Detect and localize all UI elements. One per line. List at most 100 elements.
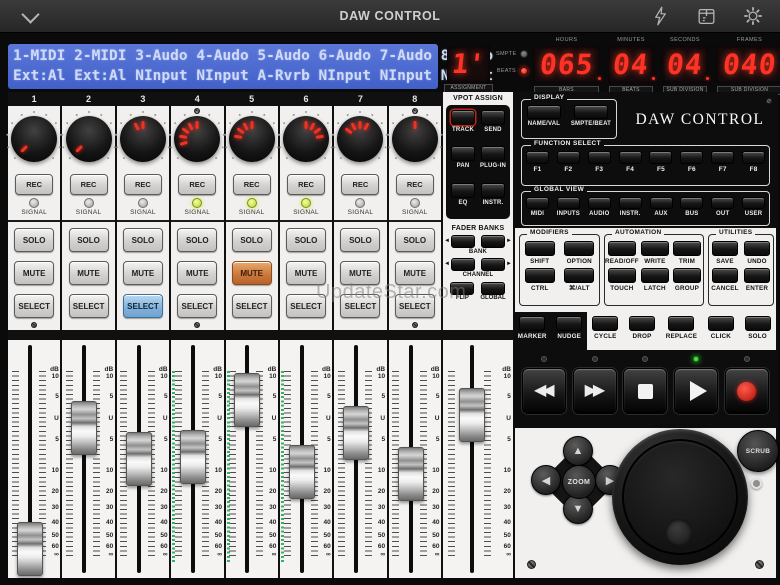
record-button[interactable] — [725, 368, 769, 414]
fader-cap[interactable] — [459, 388, 485, 442]
solo-button[interactable]: SOLO — [123, 228, 163, 252]
select-button[interactable]: SELECT — [123, 294, 163, 318]
solo-button[interactable]: SOLO — [177, 228, 217, 252]
solo-button[interactable]: SOLO — [14, 228, 54, 252]
f8-button[interactable] — [742, 151, 765, 164]
rec-button[interactable]: REC — [70, 174, 108, 195]
drop-button[interactable] — [629, 316, 655, 331]
vpot-assign-button[interactable] — [481, 110, 505, 125]
select-button[interactable]: SELECT — [14, 294, 54, 318]
solo-button[interactable]: SOLO — [286, 228, 326, 252]
cycle-button[interactable] — [592, 316, 618, 331]
midi-button[interactable] — [526, 197, 549, 209]
option-button[interactable] — [564, 241, 594, 256]
vpot-assign-button[interactable] — [481, 146, 505, 161]
rec-button[interactable]: REC — [287, 174, 325, 195]
fader-cap[interactable] — [126, 432, 152, 486]
stop-button[interactable] — [623, 368, 667, 414]
solo-button[interactable] — [745, 316, 771, 331]
trim-button[interactable] — [673, 241, 701, 256]
solo-button[interactable]: SOLO — [232, 228, 272, 252]
out-button[interactable] — [711, 197, 734, 209]
rec-button[interactable]: REC — [178, 174, 216, 195]
shift-button[interactable] — [525, 241, 555, 256]
f2-button[interactable] — [557, 151, 580, 164]
mute-button[interactable]: MUTE — [177, 261, 217, 285]
rec-button[interactable]: REC — [396, 174, 434, 195]
bus-button[interactable] — [680, 197, 703, 209]
rec-button[interactable]: REC — [124, 174, 162, 195]
select-button[interactable]: SELECT — [232, 294, 272, 318]
group-button[interactable] — [673, 268, 701, 283]
replace-button[interactable] — [668, 316, 694, 331]
zoom-center-button[interactable]: ZOOM — [562, 465, 596, 499]
mute-button[interactable]: MUTE — [69, 261, 109, 285]
f5-button[interactable] — [649, 151, 672, 164]
marker-button[interactable] — [519, 316, 545, 331]
fast-forward-button[interactable]: ▶▶ — [573, 368, 617, 414]
alt-button[interactable] — [564, 268, 594, 283]
jog-wheel[interactable] — [612, 429, 748, 565]
click-button[interactable] — [708, 316, 734, 331]
mute-button[interactable]: MUTE — [232, 261, 272, 285]
select-button[interactable]: SELECT — [395, 294, 435, 318]
package-icon[interactable] — [695, 5, 718, 27]
inputs-button[interactable] — [557, 197, 580, 209]
save-button[interactable] — [712, 241, 738, 256]
fader-cap[interactable] — [398, 447, 424, 501]
solo-button[interactable]: SOLO — [340, 228, 380, 252]
readoff-button[interactable] — [608, 241, 636, 256]
rec-button[interactable]: REC — [15, 174, 53, 195]
touch-button[interactable] — [608, 268, 636, 283]
flip-button[interactable] — [450, 282, 474, 295]
lightning-icon[interactable] — [650, 5, 671, 27]
latch-button[interactable] — [641, 268, 669, 283]
scrub-button[interactable]: SCRUB — [737, 430, 779, 472]
select-button[interactable]: SELECT — [286, 294, 326, 318]
bank-left-button[interactable] — [451, 235, 475, 248]
ctrl-button[interactable] — [525, 268, 555, 283]
smptebeat-button[interactable] — [574, 105, 608, 119]
fader-cap[interactable] — [343, 406, 369, 460]
f7-button[interactable] — [711, 151, 734, 164]
f3-button[interactable] — [588, 151, 611, 164]
settings-gear-icon[interactable] — [742, 5, 764, 27]
fader-cap[interactable] — [180, 430, 206, 484]
cancel-button[interactable] — [712, 268, 738, 283]
instr-button[interactable] — [619, 197, 642, 209]
nameval-button[interactable] — [527, 105, 561, 119]
zoom-up-button[interactable]: ▲ — [563, 436, 593, 466]
undo-button[interactable] — [744, 241, 770, 256]
audio-button[interactable] — [588, 197, 611, 209]
mute-button[interactable]: MUTE — [395, 261, 435, 285]
vpot-assign-button[interactable] — [481, 183, 505, 198]
rec-button[interactable]: REC — [233, 174, 271, 195]
solo-button[interactable]: SOLO — [395, 228, 435, 252]
global-button[interactable] — [481, 282, 505, 295]
play-button[interactable] — [674, 368, 718, 414]
mute-button[interactable]: MUTE — [340, 261, 380, 285]
f6-button[interactable] — [680, 151, 703, 164]
solo-button[interactable]: SOLO — [69, 228, 109, 252]
rec-button[interactable]: REC — [341, 174, 379, 195]
f4-button[interactable] — [619, 151, 642, 164]
vpot-assign-button[interactable] — [451, 146, 475, 161]
mute-button[interactable]: MUTE — [123, 261, 163, 285]
bank-right-button[interactable] — [481, 258, 505, 271]
select-button[interactable]: SELECT — [69, 294, 109, 318]
vpot-knob[interactable] — [392, 116, 438, 162]
vpot-knob[interactable] — [66, 116, 112, 162]
vpot-assign-button[interactable] — [451, 110, 475, 125]
fader-cap[interactable] — [71, 401, 97, 455]
fader-cap[interactable] — [289, 445, 315, 499]
zoom-left-button[interactable]: ◀ — [531, 465, 561, 495]
user-button[interactable] — [742, 197, 765, 209]
enter-button[interactable] — [744, 268, 770, 283]
bank-left-button[interactable] — [451, 258, 475, 271]
select-button[interactable]: SELECT — [340, 294, 380, 318]
bank-right-button[interactable] — [481, 235, 505, 248]
vpot-knob[interactable] — [11, 116, 57, 162]
select-button[interactable]: SELECT — [177, 294, 217, 318]
vpot-assign-button[interactable] — [451, 183, 475, 198]
mute-button[interactable]: MUTE — [14, 261, 54, 285]
